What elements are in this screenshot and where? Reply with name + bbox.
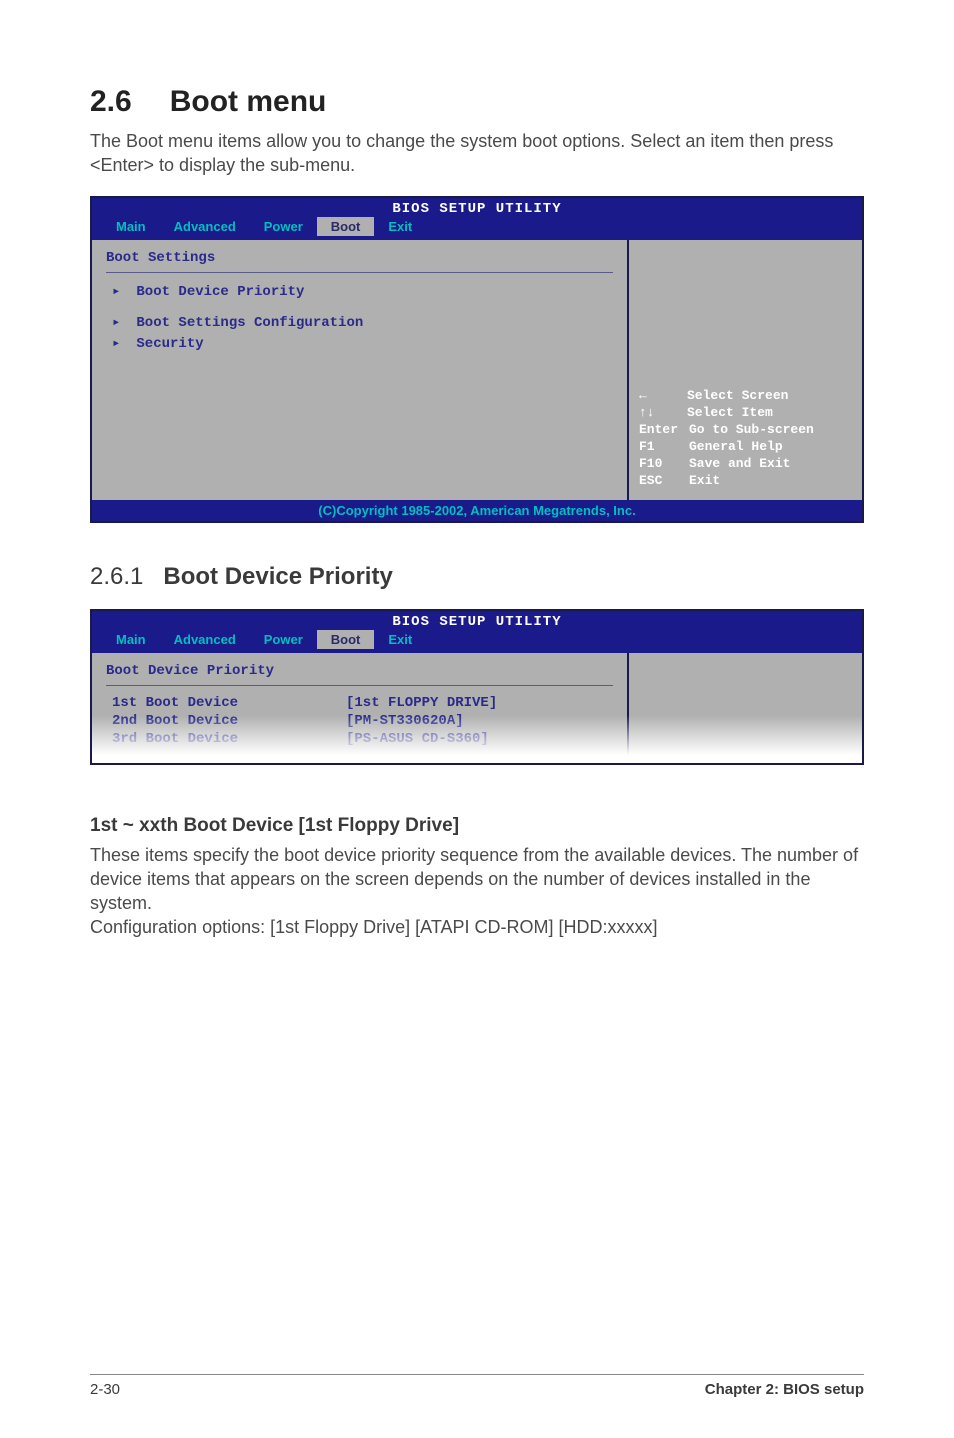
bios-tabs: Main Advanced Power Boot Exit [92, 630, 862, 653]
help-key-f1: F1 [639, 439, 689, 456]
tab-advanced[interactable]: Advanced [160, 217, 250, 236]
page-number: 2-30 [90, 1381, 120, 1398]
tab-exit[interactable]: Exit [374, 217, 426, 236]
device-label: 2nd Boot Device [106, 713, 346, 729]
subsection-title-text: Boot Device Priority [163, 563, 392, 590]
bios-right-pane [627, 653, 862, 763]
bios-copyright-footer: (C)Copyright 1985-2002, American Megatre… [92, 500, 862, 521]
submenu-arrow-icon: ▸ [112, 335, 128, 352]
tab-power[interactable]: Power [250, 630, 317, 649]
tab-boot[interactable]: Boot [317, 630, 375, 649]
tab-boot[interactable]: Boot [317, 217, 375, 236]
menu-item-security[interactable]: ▸ Security [106, 333, 613, 354]
page-footer: 2-30 Chapter 2: BIOS setup [90, 1374, 864, 1398]
device-value: [PS-ASUS CD-S360] [346, 731, 489, 747]
boot-device-row-3[interactable]: 3rd Boot Device [PS-ASUS CD-S360] [106, 730, 613, 748]
help-key-enter: Enter [639, 422, 689, 439]
help-enter-label: Go to Sub-screen [689, 422, 814, 439]
left-right-arrow-icon: ← [639, 388, 687, 405]
option-heading: 1st ~ xxth Boot Device [1st Floppy Drive… [90, 815, 864, 837]
menu-item-label: Boot Device Priority [136, 284, 304, 300]
section-title-text: Boot menu [170, 85, 327, 118]
tab-main[interactable]: Main [102, 630, 160, 649]
help-select-item: Select Item [687, 405, 773, 422]
option-body-1: These items specify the boot device prio… [90, 843, 864, 916]
submenu-arrow-icon: ▸ [112, 283, 128, 300]
boot-device-row-1[interactable]: 1st Boot Device [1st FLOPPY DRIVE] [106, 694, 613, 712]
bios-window-boot-settings: BIOS SETUP UTILITY Main Advanced Power B… [90, 196, 864, 523]
section-number: 2.6 [90, 85, 132, 118]
bios-header-title: BIOS SETUP UTILITY [92, 198, 862, 217]
device-label: 3rd Boot Device [106, 731, 346, 747]
subsection-number: 2.6.1 [90, 563, 143, 590]
tab-main[interactable]: Main [102, 217, 160, 236]
bios-window-boot-priority: BIOS SETUP UTILITY Main Advanced Power B… [90, 609, 864, 765]
menu-item-boot-settings-config[interactable]: ▸ Boot Settings Configuration [106, 312, 613, 333]
help-select-screen: Select Screen [687, 388, 788, 405]
menu-item-label: Security [136, 336, 203, 352]
up-down-arrow-icon: ↑↓ [639, 405, 687, 422]
tab-exit[interactable]: Exit [374, 630, 426, 649]
device-label: 1st Boot Device [106, 695, 346, 711]
help-key-f10: F10 [639, 456, 689, 473]
device-value: [PM-ST330620A] [346, 713, 464, 729]
bios-left-pane: Boot Device Priority 1st Boot Device [1s… [92, 653, 627, 763]
section-intro: The Boot menu items allow you to change … [90, 129, 864, 178]
help-legend: ← Select Screen ↑↓ Select Item Enter Go … [639, 388, 852, 489]
bios-right-pane: ← Select Screen ↑↓ Select Item Enter Go … [627, 240, 862, 500]
panel-title: Boot Device Priority [106, 663, 613, 686]
device-value: [1st FLOPPY DRIVE] [346, 695, 497, 711]
boot-device-row-2[interactable]: 2nd Boot Device [PM-ST330620A] [106, 712, 613, 730]
bios-tabs: Main Advanced Power Boot Exit [92, 217, 862, 240]
help-f1-label: General Help [689, 439, 783, 456]
option-body-2: Configuration options: [1st Floppy Drive… [90, 915, 864, 939]
panel-title: Boot Settings [106, 250, 613, 273]
section-title: 2.6 Boot menu [90, 85, 864, 119]
chapter-label: Chapter 2: BIOS setup [705, 1381, 864, 1398]
tab-power[interactable]: Power [250, 217, 317, 236]
bios-left-pane: Boot Settings ▸ Boot Device Priority ▸ B… [92, 240, 627, 500]
menu-item-boot-device-priority[interactable]: ▸ Boot Device Priority [106, 281, 613, 302]
subsection-title: 2.6.1 Boot Device Priority [90, 563, 864, 591]
tab-advanced[interactable]: Advanced [160, 630, 250, 649]
bios-header-title: BIOS SETUP UTILITY [92, 611, 862, 630]
help-esc-label: Exit [689, 473, 720, 490]
help-f10-label: Save and Exit [689, 456, 790, 473]
submenu-arrow-icon: ▸ [112, 314, 128, 331]
menu-item-label: Boot Settings Configuration [136, 315, 363, 331]
help-key-esc: ESC [639, 473, 689, 490]
